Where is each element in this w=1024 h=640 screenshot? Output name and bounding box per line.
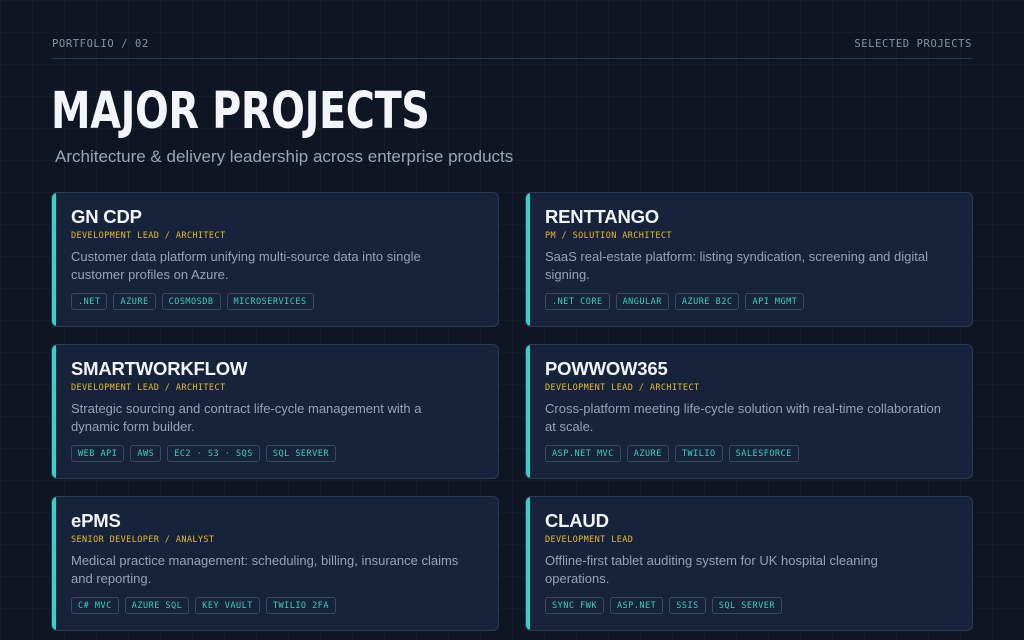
project-card: RENTTANGO PM / SOLUTION ARCHITECT SaaS r… (525, 192, 973, 327)
tech-tag: TWILIO 2FA (265, 597, 337, 614)
page-subtitle: Architecture & delivery leadership acros… (55, 147, 514, 166)
project-role: DEVELOPMENT LEAD / ARCHITECT (71, 231, 226, 241)
card-accent-bar (52, 345, 56, 478)
project-name: GN CDP (71, 206, 142, 227)
tech-tag: AZURE (113, 293, 156, 310)
top-bar: PORTFOLIO / 02 SELECTED PROJECTS (52, 38, 972, 59)
tech-tag: SQL SERVER (265, 445, 337, 462)
project-card: POWWOW365 DEVELOPMENT LEAD / ARCHITECT C… (525, 344, 973, 479)
tech-tag: SQL SERVER (711, 597, 782, 614)
tech-tag: KEY VAULT (195, 597, 260, 614)
project-name: RENTTANGO (545, 206, 659, 227)
tech-tag: ANGULAR (615, 293, 669, 310)
tech-tag: SSIS (669, 597, 706, 614)
project-description: SaaS real-estate platform: listing syndi… (545, 249, 928, 282)
tech-tag: .NET CORE (545, 293, 610, 310)
tech-tag: SALESFORCE (728, 445, 799, 462)
project-description: Cross-platform meeting life-cycle soluti… (545, 401, 941, 434)
project-role: DEVELOPMENT LEAD (545, 535, 634, 545)
tech-tag: MICROSERVICES (226, 293, 314, 310)
project-card: GN CDP DEVELOPMENT LEAD / ARCHITECT Cust… (51, 192, 499, 327)
tech-tag: TWILIO (674, 445, 723, 462)
tech-tag: ASP.NET MVC (545, 445, 621, 462)
tech-tags: C# MVC AZURE SQL KEY VAULT TWILIO 2FA (71, 597, 337, 614)
project-description: Medical practice management: scheduling,… (71, 553, 459, 586)
card-accent-bar (526, 193, 530, 326)
project-description: Customer data platform unifying multi-so… (71, 249, 421, 282)
project-description: Offline-first tablet auditing system for… (545, 553, 878, 586)
project-card: CLAUD DEVELOPMENT LEAD Offline-first tab… (525, 496, 973, 631)
project-role: PM / SOLUTION ARCHITECT (545, 231, 672, 241)
project-card: ePMS SENIOR DEVELOPER / ANALYST Medical … (51, 496, 499, 631)
tech-tag: COSMOSDB (161, 293, 221, 310)
section-label: SELECTED PROJECTS (854, 38, 972, 50)
tech-tag: WEB API (71, 445, 125, 462)
tech-tag: AZURE SQL (124, 597, 190, 614)
tech-tags: WEB API AWS EC2 · S3 · SQS SQL SERVER (71, 445, 337, 462)
tech-tag: API MGMT (745, 293, 805, 310)
tech-tag: SYNC FWK (545, 597, 604, 614)
page-title: MAJOR PROJECTS (51, 82, 430, 141)
project-name: CLAUD (545, 510, 609, 531)
tech-tag: C# MVC (71, 597, 119, 614)
project-role: SENIOR DEVELOPER / ANALYST (71, 535, 215, 545)
project-description: Strategic sourcing and contract life-cyc… (71, 401, 422, 434)
projects-grid: GN CDP DEVELOPMENT LEAD / ARCHITECT Cust… (51, 192, 973, 631)
project-role: DEVELOPMENT LEAD / ARCHITECT (71, 383, 226, 393)
card-accent-bar (526, 345, 530, 478)
tech-tag: AZURE B2C (674, 293, 740, 310)
tech-tag: AZURE (626, 445, 669, 462)
project-name: SMARTWORKFLOW (71, 358, 248, 379)
card-accent-bar (526, 497, 530, 630)
card-accent-bar (52, 193, 56, 326)
project-name: ePMS (71, 510, 121, 531)
tech-tag: AWS (130, 445, 162, 462)
tech-tags: ASP.NET MVC AZURE TWILIO SALESFORCE (545, 445, 799, 462)
tech-tags: .NET CORE ANGULAR AZURE B2C API MGMT (545, 293, 805, 310)
tech-tag: ASP.NET (609, 597, 664, 614)
tech-tag: .NET (71, 293, 108, 310)
tech-tags: .NET AZURE COSMOSDB MICROSERVICES (71, 293, 314, 310)
project-role: DEVELOPMENT LEAD / ARCHITECT (545, 383, 700, 393)
project-name: POWWOW365 (545, 358, 668, 379)
project-card: SMARTWORKFLOW DEVELOPMENT LEAD / ARCHITE… (51, 344, 499, 479)
tech-tag: EC2 · S3 · SQS (167, 445, 260, 462)
portfolio-label: PORTFOLIO / 02 (52, 38, 149, 50)
card-accent-bar (52, 497, 56, 630)
tech-tags: SYNC FWK ASP.NET SSIS SQL SERVER (545, 597, 782, 614)
